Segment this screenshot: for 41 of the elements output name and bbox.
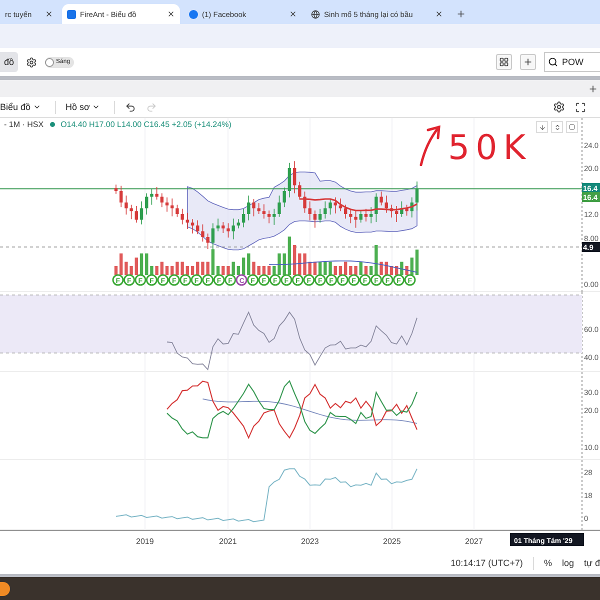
caret-icon <box>92 103 100 111</box>
app-icon[interactable] <box>0 582 10 596</box>
menu-dropdown[interactable]: Hồ sơ <box>66 102 104 112</box>
globe-icon <box>311 10 320 18</box>
add-panel-button[interactable] <box>588 84 598 94</box>
layout-button[interactable] <box>496 54 512 70</box>
app-logo-icon <box>67 10 76 18</box>
axis-label: 2027 <box>465 537 483 546</box>
scale-option[interactable]: % <box>544 558 552 568</box>
fullscreen-button[interactable] <box>575 102 586 112</box>
add-button[interactable] <box>520 54 536 70</box>
close-icon[interactable] <box>45 10 53 18</box>
maximize-icon[interactable] <box>566 121 578 133</box>
menu-dropdown[interactable]: Biểu đồ <box>0 102 45 112</box>
close-icon[interactable] <box>167 10 175 18</box>
undo-button[interactable] <box>124 102 136 112</box>
axis-label: 2023 <box>301 537 319 546</box>
handwritten-arrow-icon <box>418 124 442 166</box>
chart-button[interactable]: đồ <box>0 52 18 72</box>
symbol-search-field[interactable]: POW <box>544 52 600 72</box>
close-icon[interactable] <box>289 10 297 18</box>
clock-text: 10:14:17 (UTC+7) <box>450 558 523 568</box>
plus-icon <box>456 9 466 19</box>
status-dot-icon <box>50 122 55 127</box>
collapse-icon[interactable] <box>551 121 563 133</box>
search-icon <box>548 57 558 67</box>
axis-label: 2021 <box>219 537 237 546</box>
axis-label: 2019 <box>136 537 154 546</box>
grid-icon <box>499 57 509 67</box>
scale-option[interactable]: tự đ <box>584 558 600 568</box>
scale-option[interactable]: log <box>562 558 574 568</box>
settings-button[interactable] <box>553 101 565 113</box>
plus-icon <box>523 57 533 67</box>
close-icon[interactable] <box>435 10 443 18</box>
axis-label: 2025 <box>383 537 401 546</box>
symbol-label: - 1M · HSX <box>4 120 44 129</box>
caret-icon <box>32 103 41 111</box>
circle-logo-icon <box>189 10 198 18</box>
handwritten-note: 50K <box>448 130 532 166</box>
settings-button[interactable] <box>26 56 38 68</box>
ohlc-values: O14.40 H17.00 L14.00 C16.45 +2.05 (+14.24%) <box>60 120 232 129</box>
